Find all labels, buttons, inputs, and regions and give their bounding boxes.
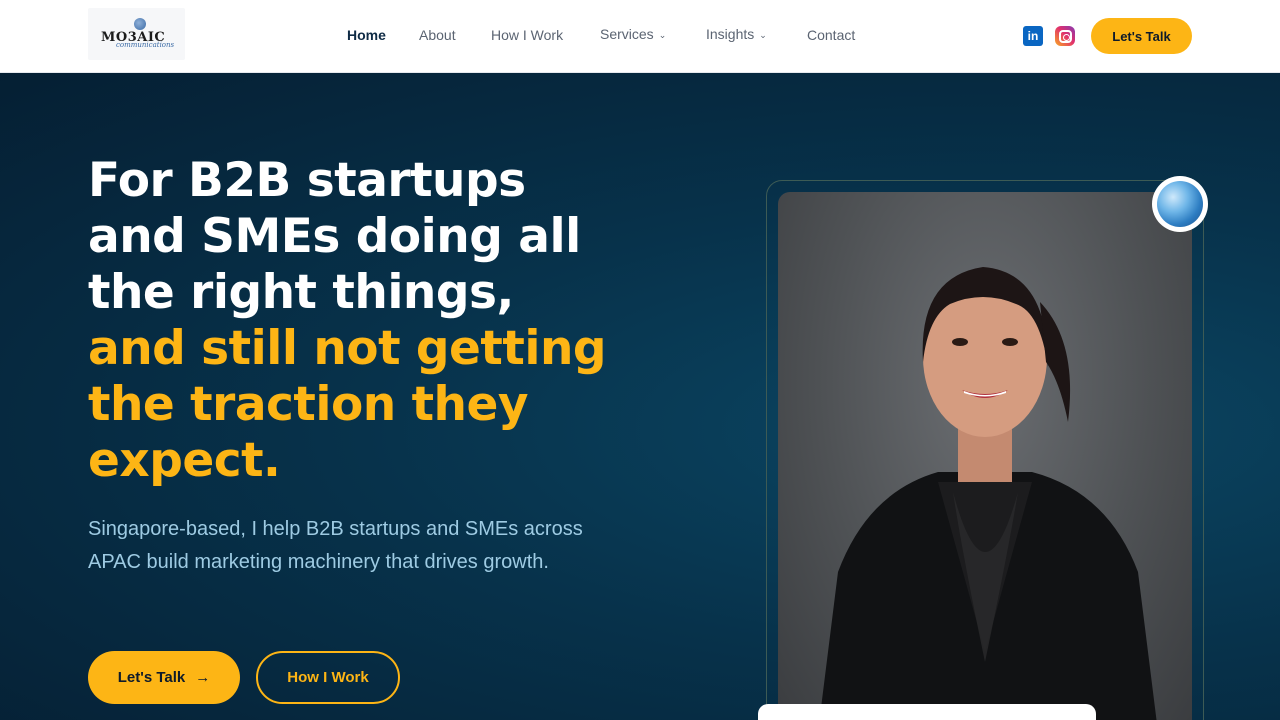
hero-headline: For B2B startups and SMEs doing all the …	[88, 153, 648, 489]
hero-lets-talk-button[interactable]: Let's Talk →	[88, 651, 240, 704]
hero-subtext: Singapore-based, I help B2B startups and…	[88, 518, 583, 573]
nav-home[interactable]: Home	[347, 27, 386, 43]
logo-globe-icon	[134, 18, 146, 30]
chevron-down-icon: ⌄	[658, 29, 667, 40]
headline-accent-line: and still not getting	[88, 321, 607, 376]
headline-line: and SMEs doing all	[88, 209, 581, 264]
instagram-icon-glyph	[1058, 29, 1072, 43]
hero-lets-talk-label: Let's Talk	[117, 669, 186, 686]
headline-line: the right things,	[88, 265, 514, 320]
linkedin-icon-glyph: in	[1027, 29, 1039, 43]
linkedin-icon[interactable]: in	[1023, 26, 1043, 46]
headline-line: For B2B startups	[88, 153, 526, 208]
header-lets-talk-button[interactable]: Let's Talk	[1091, 18, 1192, 54]
nav-how-i-work[interactable]: How I Work	[491, 27, 563, 43]
headline-accent-line: expect.	[88, 433, 281, 488]
nav-about[interactable]: About	[419, 27, 456, 43]
nav-services[interactable]: Services ⌄	[600, 26, 666, 42]
logo-subtext: communications	[116, 41, 175, 49]
headline-accent-line: the traction they	[88, 377, 529, 432]
mosaic-globe-badge	[1152, 176, 1208, 232]
nav-contact[interactable]: Contact	[807, 27, 855, 43]
hero-how-i-work-button[interactable]: How I Work	[256, 651, 400, 704]
info-card	[758, 704, 1096, 720]
site-header: MO3AIC communications Home About How I W…	[0, 0, 1280, 73]
chevron-down-icon: ⌄	[759, 29, 767, 40]
portrait-illustration	[819, 267, 1157, 720]
portrait-photo	[778, 192, 1192, 720]
mosaic-globe-icon	[1157, 181, 1203, 227]
nav-insights[interactable]: Insights ⌄	[706, 26, 767, 42]
arrow-right-icon: →	[195, 669, 211, 686]
hero-section: For B2B startups and SMEs doing all the …	[0, 73, 1280, 720]
instagram-icon[interactable]	[1055, 26, 1075, 46]
site-logo[interactable]: MO3AIC communications	[88, 8, 185, 60]
